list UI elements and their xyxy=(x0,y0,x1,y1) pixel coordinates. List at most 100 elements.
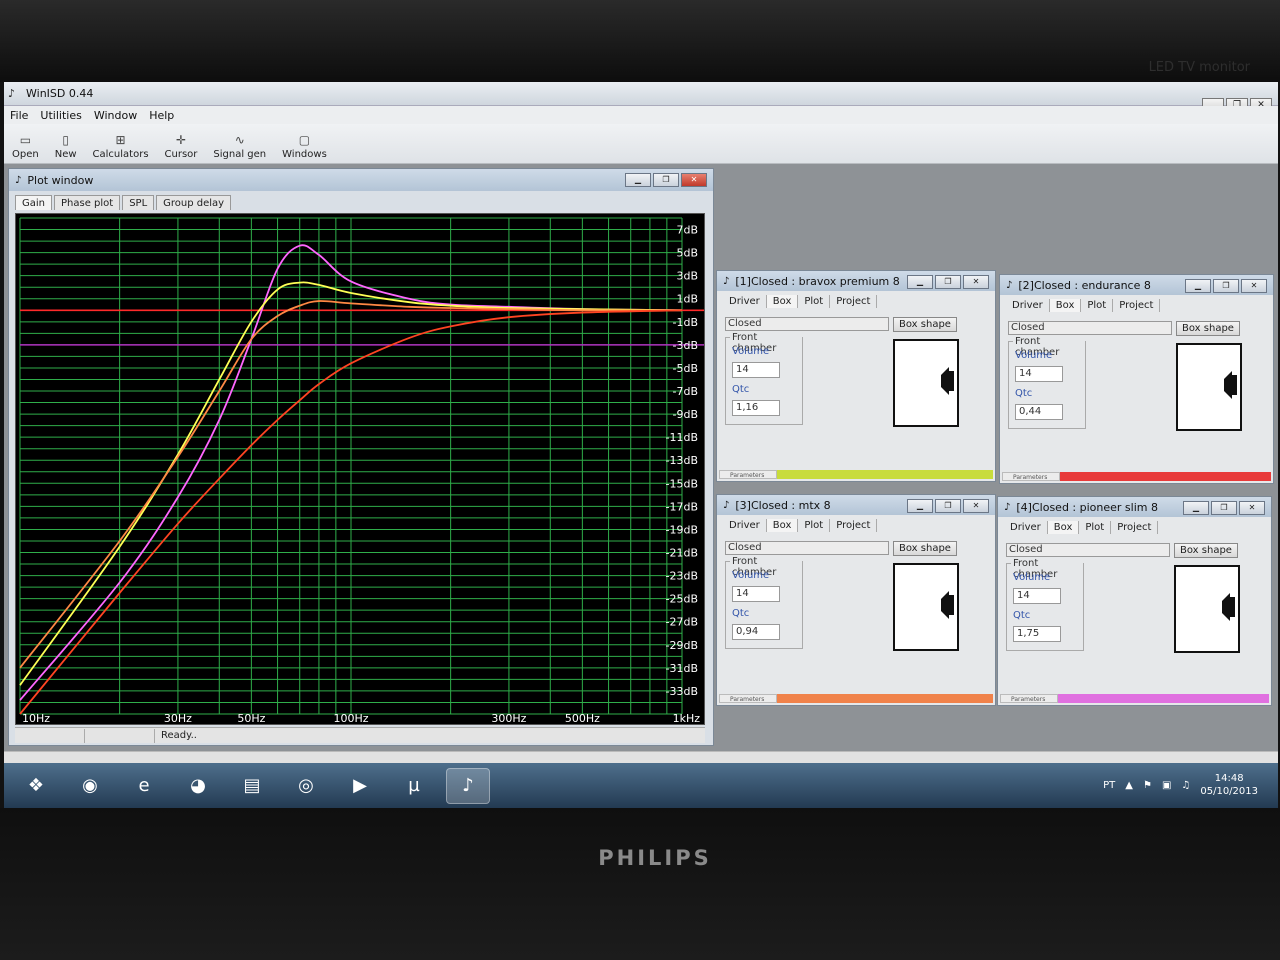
volume-input[interactable]: 14 xyxy=(732,362,780,378)
speaker-maximize-button[interactable]: ❐ xyxy=(1213,279,1239,293)
tray-flag-icon[interactable]: ⚑ xyxy=(1143,780,1152,791)
x-tick-label: 30Hz xyxy=(164,712,192,724)
tab-project[interactable]: Project xyxy=(830,295,878,308)
tab-plot[interactable]: Plot xyxy=(1079,521,1112,534)
speaker-close-button[interactable]: ✕ xyxy=(1241,279,1267,293)
volume-input[interactable]: 14 xyxy=(1013,588,1061,604)
menu-window[interactable]: Window xyxy=(94,109,137,122)
box-shape-button[interactable]: Box shape xyxy=(1174,543,1238,558)
tab-driver[interactable]: Driver xyxy=(1004,521,1048,534)
speaker-maximize-button[interactable]: ❐ xyxy=(935,499,961,513)
parameters-bar[interactable]: Parameters xyxy=(719,470,993,479)
tray-expand-icon[interactable]: ▲ xyxy=(1125,780,1133,791)
speaker-minimize-button[interactable]: ▁ xyxy=(1183,501,1209,515)
box-shape-drawing xyxy=(1174,565,1240,653)
language-indicator[interactable]: PT xyxy=(1103,780,1115,791)
tray-network-icon[interactable]: ▣ xyxy=(1162,780,1171,791)
y-tick-label: -5dB xyxy=(673,362,699,375)
plot-maximize-button[interactable]: ❐ xyxy=(653,173,679,187)
y-tick-label: -27dB xyxy=(666,616,699,629)
windows-start-icon[interactable]: ❖ xyxy=(14,768,58,804)
tab-box[interactable]: Box xyxy=(766,295,799,308)
file-explorer-icon[interactable]: ▤ xyxy=(230,768,274,804)
media-center-icon[interactable]: ◎ xyxy=(284,768,328,804)
box-shape-button[interactable]: Box shape xyxy=(1176,321,1240,336)
windows-button[interactable]: ▢ Windows xyxy=(274,124,335,160)
speaker-minimize-button[interactable]: ▁ xyxy=(907,499,933,513)
speaker-close-button[interactable]: ✕ xyxy=(963,275,989,289)
tab-plot[interactable]: Plot xyxy=(798,519,831,532)
qtc-input[interactable]: 1,16 xyxy=(732,400,780,416)
speaker-close-button[interactable]: ✕ xyxy=(963,499,989,513)
signal-gen-button[interactable]: ∿ Signal gen xyxy=(205,124,274,160)
tab-box[interactable]: Box xyxy=(766,519,799,532)
tab-project[interactable]: Project xyxy=(830,519,878,532)
volume-input[interactable]: 14 xyxy=(732,586,780,602)
qtc-input[interactable]: 0,44 xyxy=(1015,404,1063,420)
box-type-select[interactable]: Closed xyxy=(725,541,889,555)
media-player-icon[interactable]: ▶ xyxy=(338,768,382,804)
speaker-window-titlebar[interactable]: ♪ [3]Closed : mtx 8 ▁ ❐ ✕ xyxy=(717,495,995,515)
box-type-select[interactable]: Closed xyxy=(1008,321,1172,335)
gain-plot-area[interactable]: 7dB 5dB 3dB 1dB -1dB -3dB -5dB -7dB -9dB -11dB -13… xyxy=(15,213,705,725)
y-tick-label: -9dB xyxy=(673,408,699,421)
plot-window-titlebar[interactable]: ♪ Plot window ▁ ❐ ✕ xyxy=(9,169,713,191)
horizontal-scrollbar[interactable] xyxy=(4,751,1278,763)
tab-box[interactable]: Box xyxy=(1049,299,1082,312)
volume-input[interactable]: 14 xyxy=(1015,366,1063,382)
cursor-button[interactable]: ✛ Cursor xyxy=(157,124,206,160)
qtc-label: Qtc xyxy=(1013,610,1031,621)
tab-plot[interactable]: Plot xyxy=(1081,299,1114,312)
tab-phase-plot[interactable]: Phase plot xyxy=(54,195,121,210)
new-button[interactable]: ▯ New xyxy=(47,124,85,160)
chrome-icon[interactable]: ◉ xyxy=(68,768,112,804)
windows-icon: ▢ xyxy=(298,133,311,147)
menu-utilities[interactable]: Utilities xyxy=(40,109,81,122)
internet-explorer-icon[interactable]: e xyxy=(122,768,166,804)
tab-gain[interactable]: Gain xyxy=(15,195,52,210)
signal-gen-label: Signal gen xyxy=(213,149,267,160)
tab-project[interactable]: Project xyxy=(1111,521,1159,534)
qtc-input[interactable]: 1,75 xyxy=(1013,626,1061,642)
plot-status-bar: Ready.. xyxy=(15,727,705,743)
tab-spl[interactable]: SPL xyxy=(122,195,155,210)
qtc-input[interactable]: 0,94 xyxy=(732,624,780,640)
tab-box[interactable]: Box xyxy=(1047,521,1080,534)
tab-driver[interactable]: Driver xyxy=(723,519,767,532)
speaker-minimize-button[interactable]: ▁ xyxy=(1185,279,1211,293)
status-cell-1 xyxy=(15,728,85,743)
tab-driver[interactable]: Driver xyxy=(723,295,767,308)
speaker-minimize-button[interactable]: ▁ xyxy=(907,275,933,289)
x-tick-label: 50Hz xyxy=(237,712,265,724)
parameters-bar[interactable]: Parameters xyxy=(719,694,993,703)
clock[interactable]: 14:48 05/10/2013 xyxy=(1200,772,1258,798)
speaker-maximize-button[interactable]: ❐ xyxy=(1211,501,1237,515)
winisd-taskbar-icon[interactable]: ♪ xyxy=(446,767,490,804)
speaker-window-titlebar[interactable]: ♪ [4]Closed : pioneer slim 8 ▁ ❐ ✕ xyxy=(998,497,1271,517)
box-shape-button[interactable]: Box shape xyxy=(893,541,957,556)
firefox-icon[interactable]: ◕ xyxy=(176,768,220,804)
speaker-window-titlebar[interactable]: ♪ [1]Closed : bravox premium 8 ▁ ❐ ✕ xyxy=(717,271,995,291)
utorrent-icon[interactable]: µ xyxy=(392,768,436,804)
box-type-select[interactable]: Closed xyxy=(725,317,889,331)
tray-volume-icon[interactable]: ♫ xyxy=(1181,780,1190,791)
speaker-close-button[interactable]: ✕ xyxy=(1239,501,1265,515)
windows-label: Windows xyxy=(282,149,327,160)
box-type-select[interactable]: Closed xyxy=(1006,543,1170,557)
box-shape-button[interactable]: Box shape xyxy=(893,317,957,332)
speaker-window-titlebar[interactable]: ♪ [2]Closed : endurance 8 ▁ ❐ ✕ xyxy=(1000,275,1273,295)
tab-driver[interactable]: Driver xyxy=(1006,299,1050,312)
calculators-button[interactable]: ⊞ Calculators xyxy=(85,124,157,160)
menu-help[interactable]: Help xyxy=(149,109,174,122)
open-button[interactable]: ▭ Open xyxy=(4,124,47,160)
plot-minimize-button[interactable]: ▁ xyxy=(625,173,651,187)
plot-close-button[interactable]: ✕ xyxy=(681,173,707,187)
speaker-maximize-button[interactable]: ❐ xyxy=(935,275,961,289)
tab-project[interactable]: Project xyxy=(1113,299,1161,312)
tab-group-delay[interactable]: Group delay xyxy=(156,195,232,210)
tab-plot[interactable]: Plot xyxy=(798,295,831,308)
new-file-icon: ▯ xyxy=(62,133,69,147)
parameters-bar[interactable]: Parameters xyxy=(1000,694,1269,703)
menu-file[interactable]: File xyxy=(10,109,28,122)
parameters-bar[interactable]: Parameters xyxy=(1002,472,1271,481)
